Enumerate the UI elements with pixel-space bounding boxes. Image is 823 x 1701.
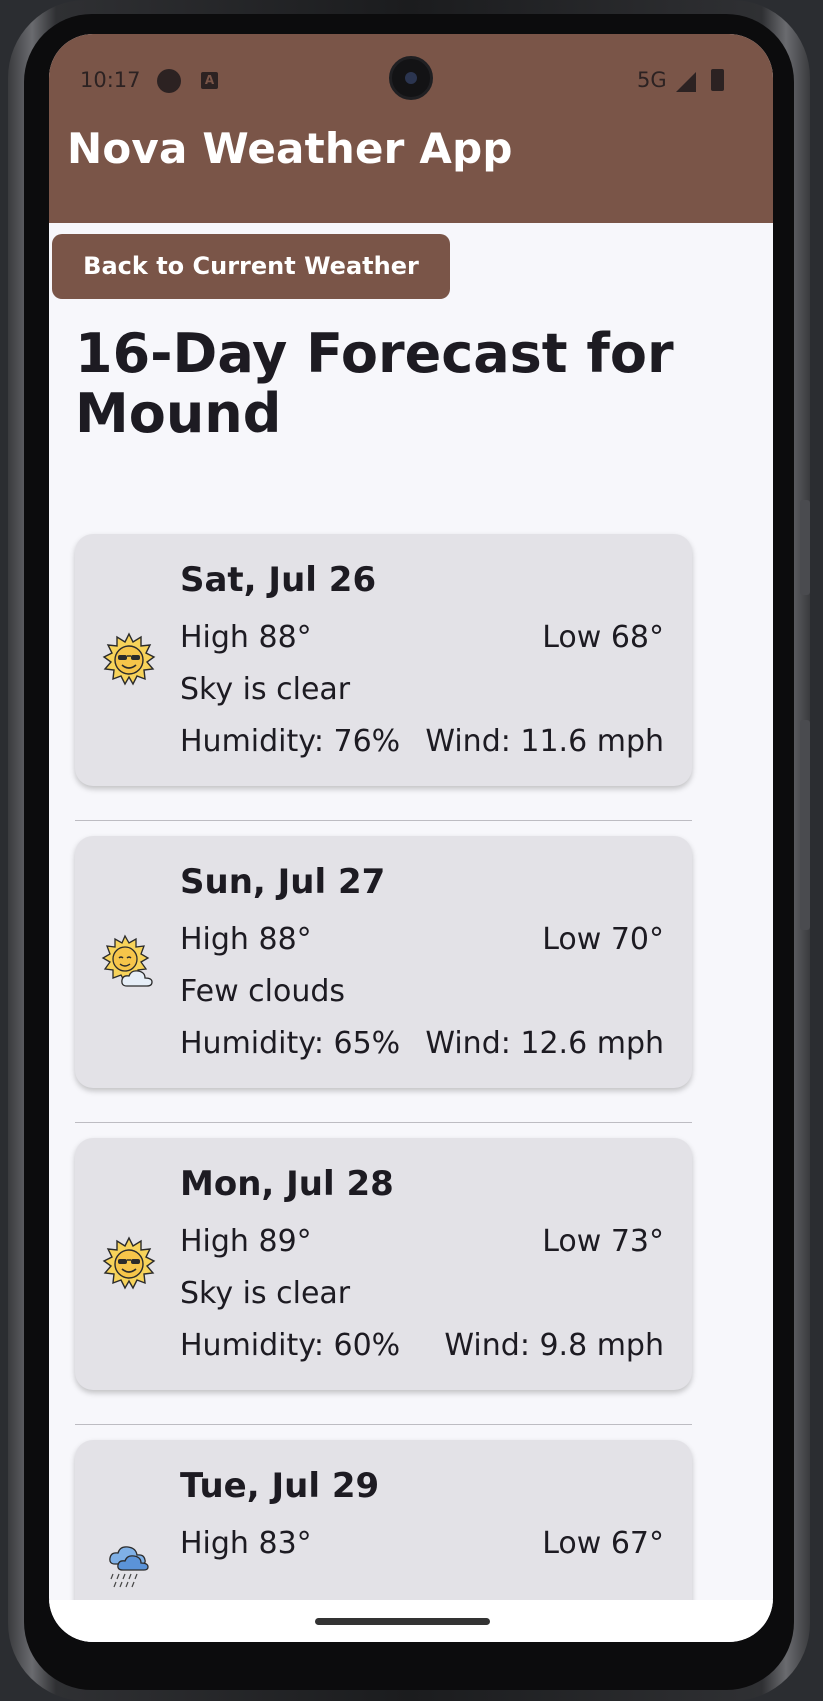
app-bar: 10:17 A 5G Nova Weather App	[49, 34, 773, 223]
forecast-wind: Wind: 12.6 mph	[425, 1026, 664, 1061]
sun-with-sunglasses-icon	[102, 1236, 156, 1290]
forecast-date: Sat, Jul 26	[180, 560, 377, 600]
back-to-current-weather-button[interactable]: Back to Current Weather	[52, 234, 450, 299]
forecast-card: Sat, Jul 26 High 88° Low 68° Sky is clea…	[75, 534, 692, 786]
battery-icon	[711, 69, 724, 91]
power-button	[800, 500, 810, 595]
forecast-high: High 88°	[180, 620, 312, 655]
forecast-humidity: Humidity: 76%	[180, 724, 401, 759]
forecast-wind: Wind: 9.8 mph	[444, 1328, 664, 1363]
network-type: 5G	[637, 68, 667, 92]
forecast-date: Mon, Jul 28	[180, 1164, 394, 1204]
forecast-description: Sky is clear	[180, 672, 351, 707]
status-time: 10:17	[80, 68, 141, 92]
sun-with-sunglasses-icon	[102, 632, 156, 686]
forecast-low: Low 67°	[542, 1526, 664, 1561]
notification-sun-icon	[157, 69, 181, 93]
sun-behind-cloud-icon	[101, 934, 153, 987]
home-gesture-handle[interactable]	[315, 1618, 490, 1625]
rain-cloud-icon	[109, 1546, 149, 1588]
forecast-low: Low 70°	[542, 922, 664, 957]
forecast-humidity: Humidity: 65%	[180, 1026, 401, 1061]
volume-button	[800, 720, 810, 930]
forecast-description: Few clouds	[180, 974, 346, 1009]
front-camera-icon	[389, 56, 433, 100]
forecast-high: High 83°	[180, 1526, 312, 1561]
divider	[75, 1122, 692, 1123]
forecast-date: Sun, Jul 27	[180, 862, 386, 902]
forecast-low: Low 68°	[542, 620, 664, 655]
divider	[75, 820, 692, 821]
page-title: 16-Day Forecast for Mound	[75, 322, 674, 445]
status-bar: 10:17 A 5G	[49, 34, 773, 114]
forecast-high: High 89°	[180, 1224, 312, 1259]
notification-a-icon: A	[201, 72, 218, 89]
forecast-card: Sun, Jul 27 High 88° Low 70° Few clouds …	[75, 836, 692, 1088]
forecast-low: Low 73°	[542, 1224, 664, 1259]
forecast-date: Tue, Jul 29	[180, 1466, 380, 1506]
app-title: Nova Weather App	[67, 124, 513, 173]
forecast-high: High 88°	[180, 922, 312, 957]
forecast-humidity: Humidity: 60%	[180, 1328, 401, 1363]
forecast-description: Sky is clear	[180, 1276, 351, 1311]
forecast-wind: Wind: 11.6 mph	[425, 724, 664, 759]
divider	[75, 1424, 692, 1425]
signal-icon	[676, 72, 696, 92]
forecast-card: Mon, Jul 28 High 89° Low 73° Sky is clea…	[75, 1138, 692, 1390]
screen: 10:17 A 5G Nova Weather App Back to Curr…	[49, 34, 773, 1642]
